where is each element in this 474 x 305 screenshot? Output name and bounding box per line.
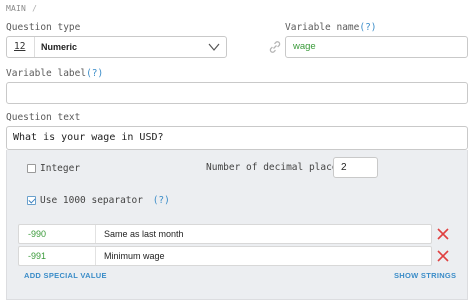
question-text-input[interactable]: What is your wage in USD? — [6, 126, 468, 150]
decimal-places-value: 2 — [341, 162, 347, 173]
variable-label-input[interactable] — [6, 82, 468, 104]
chevron-down-icon[interactable] — [208, 42, 220, 52]
integer-label: Integer — [40, 163, 81, 174]
question-text-label: Question text — [6, 112, 81, 123]
delete-icon[interactable] — [436, 249, 450, 263]
delete-icon[interactable] — [436, 227, 450, 241]
question-type-select[interactable]: 12 Numeric — [6, 36, 227, 58]
variable-name-input[interactable]: wage — [285, 36, 468, 58]
thousand-separator-label-text: Use 1000 separator — [40, 195, 143, 206]
thousand-separator-help-icon[interactable]: (?) — [153, 195, 170, 206]
variable-name-value: wage — [293, 41, 316, 52]
variable-label-label-text: Variable label — [6, 68, 87, 79]
variable-label-help-icon[interactable]: (?) — [86, 68, 103, 79]
special-value-code[interactable]: -990 — [28, 229, 46, 239]
special-value-divider — [95, 247, 96, 265]
breadcrumb-main[interactable]: MAIN — [6, 4, 26, 13]
link-icon — [269, 41, 281, 53]
thousand-separator-label: Use 1000 separator (?) — [40, 195, 170, 206]
special-value-row: -990 Same as last month — [18, 224, 432, 244]
special-value-divider — [95, 225, 96, 243]
special-value-label[interactable]: Same as last month — [104, 229, 184, 239]
breadcrumb-separator: / — [32, 4, 38, 13]
add-special-value-button[interactable]: ADD SPECIAL VALUE — [24, 271, 107, 280]
question-type-number: 12 — [14, 41, 26, 52]
breadcrumb: MAIN / — [6, 4, 37, 13]
question-type-divider — [34, 37, 35, 57]
show-strings-button[interactable]: SHOW STRINGS — [394, 271, 456, 280]
variable-name-label-text: Variable name — [285, 22, 360, 33]
question-type-label: Question type — [6, 22, 81, 33]
variable-name-help-icon[interactable]: (?) — [359, 22, 376, 33]
variable-name-label: Variable name(?) — [285, 22, 377, 33]
special-value-label[interactable]: Minimum wage — [104, 251, 165, 261]
variable-label-label: Variable label(?) — [6, 68, 103, 79]
integer-checkbox[interactable] — [27, 164, 36, 173]
thousand-separator-checkbox[interactable] — [27, 196, 36, 205]
special-value-row: -991 Minimum wage — [18, 246, 432, 266]
question-text-value: What is your wage in USD? — [13, 132, 164, 143]
decimal-places-input[interactable]: 2 — [333, 157, 378, 178]
decimal-places-label: Number of decimal places — [206, 162, 344, 173]
special-value-code[interactable]: -991 — [28, 251, 46, 261]
question-type-value: Numeric — [41, 42, 78, 52]
